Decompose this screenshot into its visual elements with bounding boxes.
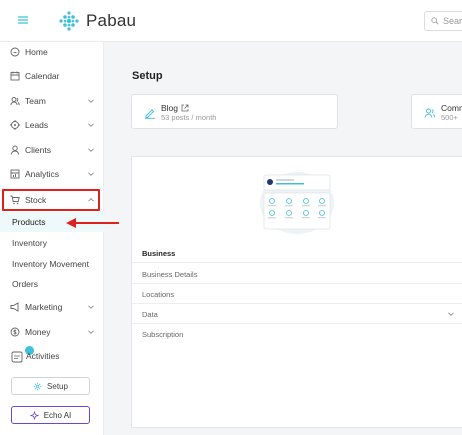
blog-card-title: Blog <box>161 103 179 113</box>
analytics-icon <box>10 169 20 179</box>
sidebar-subitem-inventory-movement[interactable]: Inventory Movement <box>0 254 104 274</box>
section-label: Business Details <box>142 270 198 279</box>
sidebar-item-label: Calendar <box>25 71 60 81</box>
setup-button-label: Setup <box>47 381 68 391</box>
sidebar-item-label: Leads <box>25 120 49 130</box>
sidebar-item-calendar[interactable]: Calendar <box>0 66 104 86</box>
chevron-down-icon <box>87 328 95 336</box>
activities-icon <box>11 346 34 363</box>
sparkle-icon <box>29 410 39 420</box>
clients-icon <box>10 145 20 155</box>
community-card[interactable]: Comm 500+ <box>411 94 462 129</box>
sidebar-item-leads[interactable]: Leads <box>0 115 104 135</box>
sidebar-item-label: Marketing <box>25 302 63 312</box>
gear-icon <box>33 382 42 390</box>
home-icon <box>10 47 20 57</box>
sidebar-subitem-inventory[interactable]: Inventory <box>0 233 104 253</box>
pabau-logo[interactable]: Pabau <box>58 10 136 32</box>
blog-card[interactable]: Blog 53 posts / month <box>131 94 338 129</box>
chevron-down-icon <box>87 170 95 178</box>
sidebar-subitem-label: Inventory Movement <box>12 259 90 269</box>
section-label: Locations <box>142 290 175 299</box>
community-card-subtitle: 500+ <box>441 113 458 122</box>
page-title: Setup <box>132 70 163 82</box>
chevron-down-icon <box>87 146 95 154</box>
chevron-down-icon <box>87 303 95 311</box>
sidebar-subitem-orders[interactable]: Orders <box>0 274 104 294</box>
sidebar-item-label: Money <box>25 327 51 337</box>
team-icon <box>10 96 20 106</box>
highlight-box <box>2 189 100 211</box>
section-label: Data <box>142 310 158 319</box>
sidebar-item-team[interactable]: Team <box>0 91 104 111</box>
leads-icon <box>10 120 20 130</box>
setup-panel: Business Business Details Locations Data… <box>131 156 462 428</box>
section-row-locations[interactable]: Locations <box>132 284 462 304</box>
sidebar-item-home[interactable]: Home <box>0 42 104 62</box>
sidebar-item-label: Home <box>25 47 48 57</box>
community-card-title: Comm <box>441 103 462 113</box>
megaphone-icon <box>10 302 20 312</box>
sidebar-item-label: Activities <box>26 351 60 361</box>
search-input[interactable]: Sear <box>424 11 462 31</box>
sidebar-subitem-label: Products <box>12 217 46 227</box>
search-placeholder: Sear <box>443 16 462 26</box>
sidebar-item-label: Clients <box>25 145 51 155</box>
annotation-arrow-icon <box>66 218 119 228</box>
community-icon <box>424 107 436 119</box>
pencil-icon <box>144 107 156 119</box>
sidebar: Home Calendar Team Leads Clients Analyti… <box>0 42 104 435</box>
chevron-down-icon <box>447 310 455 318</box>
sidebar-item-marketing[interactable]: Marketing <box>0 297 104 317</box>
chevron-down-icon <box>87 121 95 129</box>
sidebar-item-money[interactable]: Money <box>0 322 104 342</box>
sidebar-item-analytics[interactable]: Analytics <box>0 164 104 184</box>
section-row-data[interactable]: Data <box>132 304 462 324</box>
section-label: Business <box>142 249 176 258</box>
brand-name: Pabau <box>86 11 137 30</box>
sidebar-item-activities[interactable]: Activities <box>0 346 104 366</box>
section-row-business-details[interactable]: Business Details <box>132 264 462 284</box>
chevron-down-icon <box>87 97 95 105</box>
sidebar-subitem-label: Inventory <box>12 238 47 248</box>
sidebar-subitem-label: Orders <box>12 279 38 289</box>
echo-ai-button[interactable]: Echo AI <box>11 406 90 424</box>
sidebar-item-label: Analytics <box>25 169 60 179</box>
menu-icon[interactable] <box>16 13 30 27</box>
external-link-icon <box>181 104 189 112</box>
echo-ai-button-label: Echo AI <box>43 410 72 420</box>
setup-button[interactable]: Setup <box>11 377 90 395</box>
sidebar-item-clients[interactable]: Clients <box>0 140 104 160</box>
section-row-subscription[interactable]: Subscription <box>132 324 462 344</box>
pabau-logo-icon <box>59 11 79 31</box>
sidebar-item-label: Team <box>25 96 46 106</box>
section-label: Subscription <box>142 330 184 339</box>
money-icon <box>10 327 20 337</box>
calendar-icon <box>10 71 20 81</box>
business-illustration-icon <box>260 172 334 234</box>
section-heading-business: Business <box>132 243 462 263</box>
blog-card-subtitle: 53 posts / month <box>161 113 217 122</box>
top-bar: Pabau Sear <box>0 0 462 42</box>
search-icon <box>431 17 439 25</box>
